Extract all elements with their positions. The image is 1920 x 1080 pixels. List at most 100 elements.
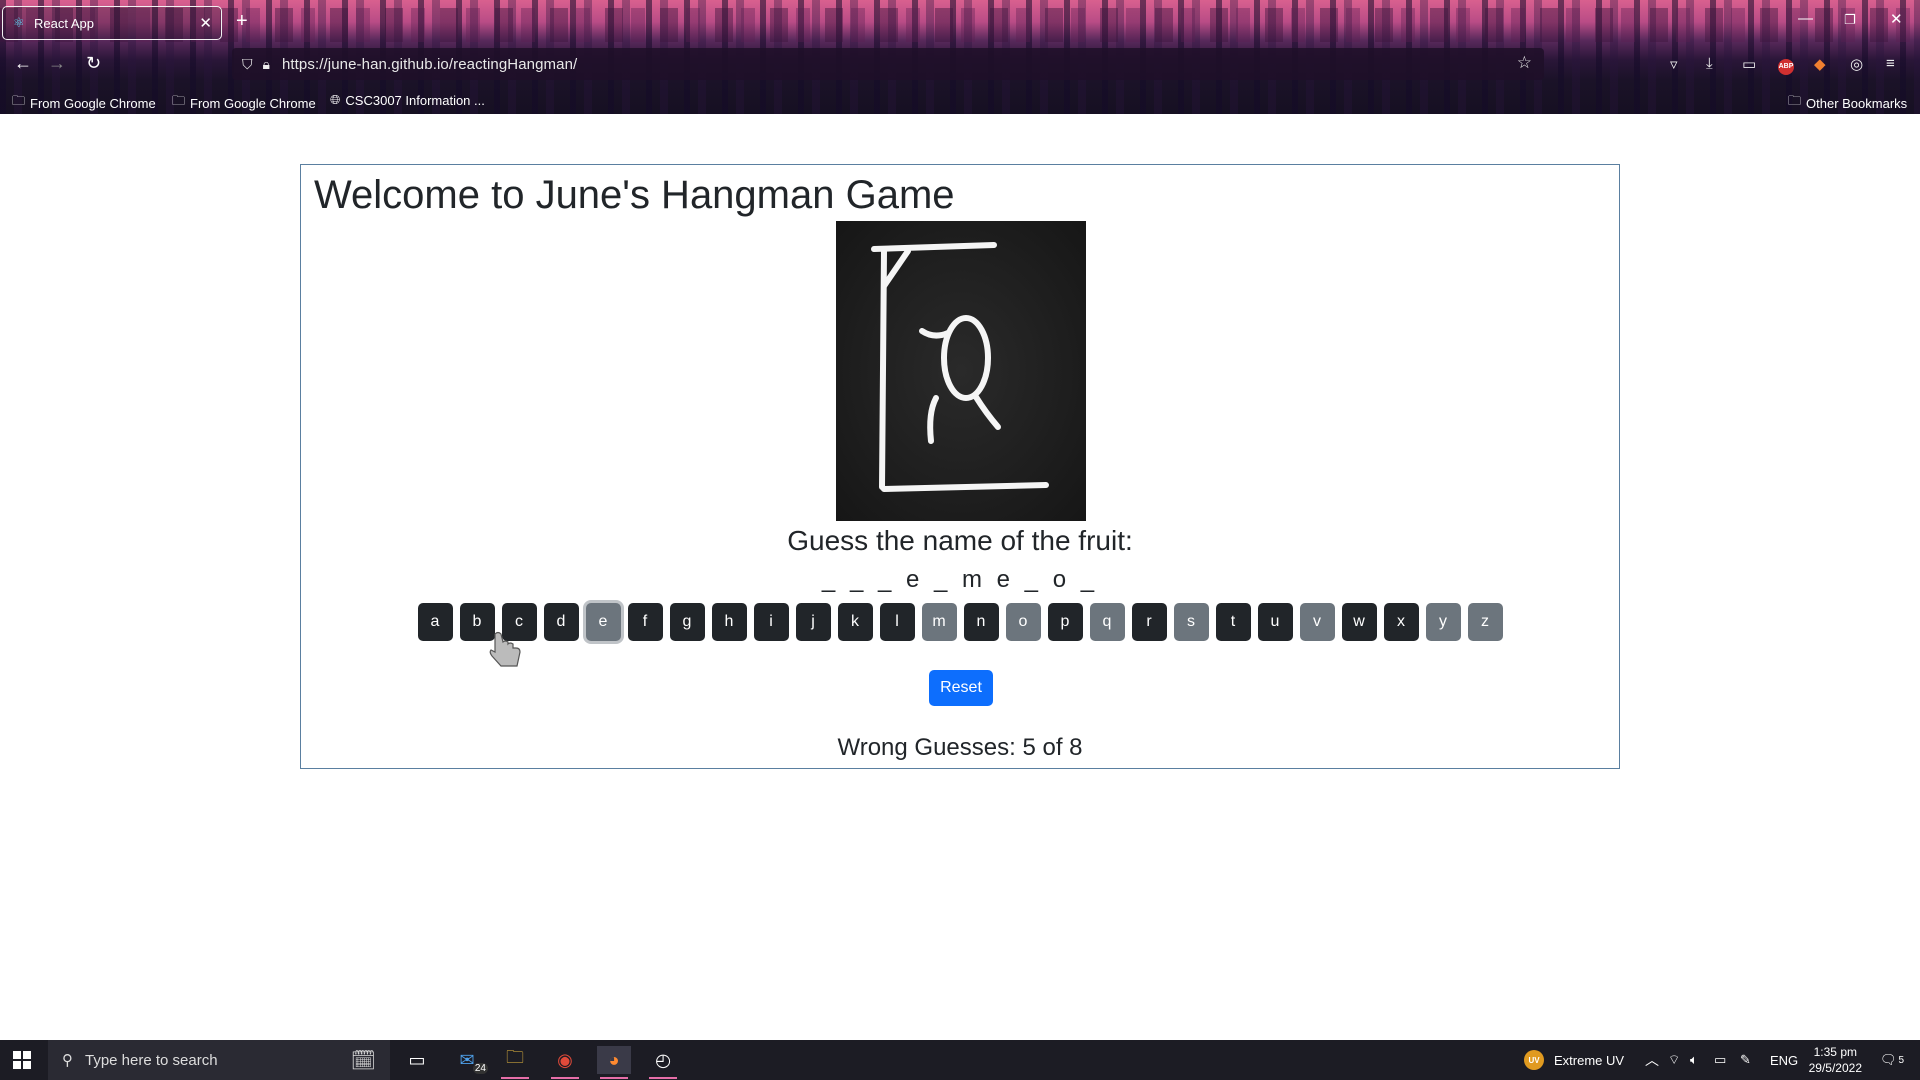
- reload-icon[interactable]: ↻: [86, 53, 101, 74]
- back-icon[interactable]: ←: [14, 53, 32, 74]
- mail-icon[interactable]: ✉ 24: [450, 1046, 488, 1074]
- letter-button-t[interactable]: t: [1215, 603, 1251, 641]
- hangman-right-leg: [973, 394, 1001, 430]
- pocket-icon[interactable]: ▿: [1670, 55, 1678, 73]
- forward-icon[interactable]: →: [48, 53, 66, 74]
- folder-icon: 🗀: [172, 93, 186, 108]
- hangman-body: [941, 315, 991, 401]
- firefox-icon[interactable]: ◕: [597, 1046, 631, 1079]
- letter-button-y[interactable]: y: [1425, 603, 1461, 641]
- letter-button-s[interactable]: s: [1173, 603, 1209, 641]
- tab-title: React App: [34, 15, 94, 31]
- reader-icon[interactable]: ▭: [1742, 55, 1756, 73]
- hangman-figure: [871, 242, 1049, 492]
- bookmark-label: From Google Chrome: [190, 95, 316, 111]
- hangman-drawing: [836, 221, 1086, 521]
- letter-button-h[interactable]: h: [711, 603, 747, 641]
- letter-button-r[interactable]: r: [1131, 603, 1167, 641]
- chrome-icon[interactable]: ◉: [548, 1046, 582, 1079]
- windows-start-icon[interactable]: [13, 1051, 31, 1069]
- bookmark-star-icon[interactable]: ☆: [1517, 53, 1532, 73]
- extension-icon[interactable]: ◆: [1814, 55, 1826, 73]
- gallows-base: [881, 482, 1049, 492]
- adblock-icon[interactable]: ABP: [1778, 55, 1794, 75]
- pen-icon[interactable]: ✎: [1740, 1040, 1751, 1080]
- bookmark-label: CSC3007 Information ...: [345, 92, 485, 108]
- letter-button-w[interactable]: w: [1341, 603, 1377, 641]
- restore-icon[interactable]: ❐: [1844, 12, 1856, 28]
- bookmark-label: From Google Chrome: [30, 95, 156, 111]
- network-icon[interactable]: ⌔: [1668, 1040, 1680, 1080]
- terminal-icon[interactable]: ▭: [400, 1046, 434, 1074]
- theme-skyline: [0, 8, 1920, 42]
- wrong-guesses-counter: Wrong Guesses: 5 of 8: [837, 734, 1083, 761]
- volume-icon[interactable]: 🔈︎: [1690, 1040, 1698, 1080]
- other-bookmarks[interactable]: 🗀 Other Bookmarks: [1788, 92, 1907, 114]
- clock[interactable]: 1:35 pm 29/5/2022: [1809, 1044, 1862, 1076]
- letter-button-k[interactable]: k: [837, 603, 873, 641]
- letter-button-m[interactable]: m: [921, 603, 957, 641]
- notification-count: 5: [1898, 1054, 1905, 1066]
- battery-icon[interactable]: ▭: [1714, 1040, 1726, 1080]
- weather-label: Extreme UV: [1554, 1052, 1625, 1068]
- letter-button-e[interactable]: e: [585, 603, 621, 641]
- page-title: Welcome to June's Hangman Game: [314, 173, 955, 217]
- address-bar[interactable]: ⛉ 🔒︎ https://june-han.github.io/reacting…: [232, 48, 1544, 80]
- notification-center[interactable]: 🗨︎ 5: [1880, 1040, 1904, 1080]
- tray-chevron-icon[interactable]: ︿: [1645, 1040, 1659, 1080]
- hangman-left-arm: [919, 328, 951, 339]
- uv-icon: UV: [1524, 1050, 1544, 1070]
- lock-icon[interactable]: 🔒︎: [263, 56, 270, 73]
- bookmark-link[interactable]: 🌐︎ CSC3007 Information ...: [330, 92, 485, 108]
- bookmark-folder-1[interactable]: 🗀 From Google Chrome: [12, 92, 156, 114]
- letter-button-d[interactable]: d: [543, 603, 579, 641]
- folder-icon: 🗀: [1788, 93, 1802, 108]
- letter-button-q[interactable]: q: [1089, 603, 1125, 641]
- gallows-brace: [881, 248, 911, 289]
- letter-button-z[interactable]: z: [1467, 603, 1503, 641]
- globe-icon: 🌐︎: [330, 92, 341, 107]
- guess-prompt: Guess the name of the fruit:: [787, 525, 1133, 556]
- weather-widget[interactable]: UV Extreme UV: [1524, 1040, 1624, 1080]
- browser-chrome: ⚛ React App ✕ + — ❐ ✕ ← → ↻ ⛉ 🔒︎ https:/…: [0, 0, 1920, 114]
- file-explorer-icon[interactable]: 🗀: [498, 1046, 532, 1079]
- new-tab-icon[interactable]: +: [236, 10, 248, 33]
- close-tab-icon[interactable]: ✕: [199, 14, 212, 32]
- url-text[interactable]: https://june-han.github.io/reactingHangm…: [282, 56, 577, 73]
- taskbar-search[interactable]: ⚲ Type here to search 🗓︎: [48, 1040, 390, 1080]
- language-indicator[interactable]: ENG: [1770, 1040, 1798, 1080]
- hangman-game-card: Welcome to June's Hangman Game Guess the…: [300, 164, 1620, 769]
- letter-button-g[interactable]: g: [669, 603, 705, 641]
- letter-button-l[interactable]: l: [879, 603, 915, 641]
- letter-button-i[interactable]: i: [753, 603, 789, 641]
- hand-cursor-icon: [489, 631, 521, 667]
- download-icon[interactable]: ⤓: [1706, 55, 1713, 72]
- minimize-icon[interactable]: —: [1798, 10, 1813, 27]
- letter-button-j[interactable]: j: [795, 603, 831, 641]
- bookmark-label: Other Bookmarks: [1806, 95, 1908, 111]
- letter-button-f[interactable]: f: [627, 603, 663, 641]
- app-icon[interactable]: ◴: [646, 1046, 680, 1079]
- letter-button-v[interactable]: v: [1299, 603, 1335, 641]
- browser-tab[interactable]: ⚛ React App ✕: [2, 6, 222, 40]
- mail-badge: 24: [472, 1063, 488, 1074]
- close-window-icon[interactable]: ✕: [1890, 10, 1903, 28]
- search-highlight-icon: 🗓︎: [350, 1049, 376, 1072]
- letter-button-o[interactable]: o: [1005, 603, 1041, 641]
- letter-button-a[interactable]: a: [417, 603, 453, 641]
- clock-time: 1:35 pm: [1813, 1045, 1857, 1059]
- search-placeholder: Type here to search: [85, 1051, 218, 1069]
- letter-button-n[interactable]: n: [963, 603, 999, 641]
- account-icon[interactable]: ◎: [1850, 55, 1863, 73]
- bookmark-folder-2[interactable]: 🗀 From Google Chrome: [172, 92, 316, 114]
- letter-button-x[interactable]: x: [1383, 603, 1419, 641]
- menu-icon[interactable]: ≡: [1886, 55, 1895, 72]
- masked-word: _ _ _ e _ m e _ o _: [821, 566, 1099, 593]
- letter-button-p[interactable]: p: [1047, 603, 1083, 641]
- gallows-beam: [871, 242, 997, 252]
- reset-button[interactable]: Reset: [929, 670, 993, 706]
- shield-icon[interactable]: ⛉: [242, 56, 253, 73]
- hangman-left-leg: [927, 395, 939, 444]
- bookmarks-bar: 🗀 From Google Chrome 🗀 From Google Chrom…: [0, 90, 1920, 112]
- letter-button-u[interactable]: u: [1257, 603, 1293, 641]
